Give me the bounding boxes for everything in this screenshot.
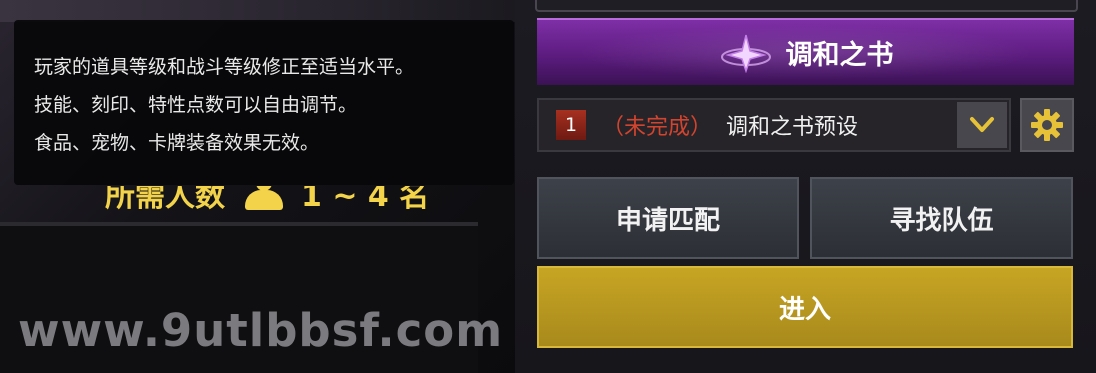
tooltip: 玩家的道具等级和战斗等级修正至适当水平。 技能、刻印、特性点数可以自由调节。 食… xyxy=(14,20,514,185)
preset-selector[interactable]: 1 （未完成） 调和之书预设 xyxy=(537,98,1011,152)
enter-button[interactable]: 进入 xyxy=(537,266,1073,348)
four-point-star-icon xyxy=(720,34,771,73)
harmony-book-title: 调和之书 xyxy=(785,40,894,71)
preset-number: 1 xyxy=(556,110,586,140)
preset-dropdown-button[interactable] xyxy=(957,102,1007,148)
preset-name: 调和之书预设 xyxy=(726,115,859,140)
tooltip-line: 食品、宠物、卡牌装备效果无效。 xyxy=(34,132,320,154)
preset-status: （未完成） xyxy=(602,115,713,140)
apply-match-button[interactable]: 申请匹配 xyxy=(537,177,799,259)
find-team-button[interactable]: 寻找队伍 xyxy=(810,177,1073,259)
chevron-down-icon xyxy=(970,117,994,132)
harmony-book-banner[interactable]: 调和之书 xyxy=(537,18,1074,85)
top-strip xyxy=(0,0,515,22)
watermark: www.9utlbbsf.com xyxy=(18,304,504,357)
tooltip-line: 技能、刻印、特性点数可以自由调节。 xyxy=(34,94,358,116)
top-panel-edge xyxy=(535,0,1078,12)
tooltip-line: 玩家的道具等级和战斗等级修正至适当水平。 xyxy=(34,56,415,78)
gear-icon xyxy=(1031,109,1063,141)
preset-settings-button[interactable] xyxy=(1020,98,1074,152)
